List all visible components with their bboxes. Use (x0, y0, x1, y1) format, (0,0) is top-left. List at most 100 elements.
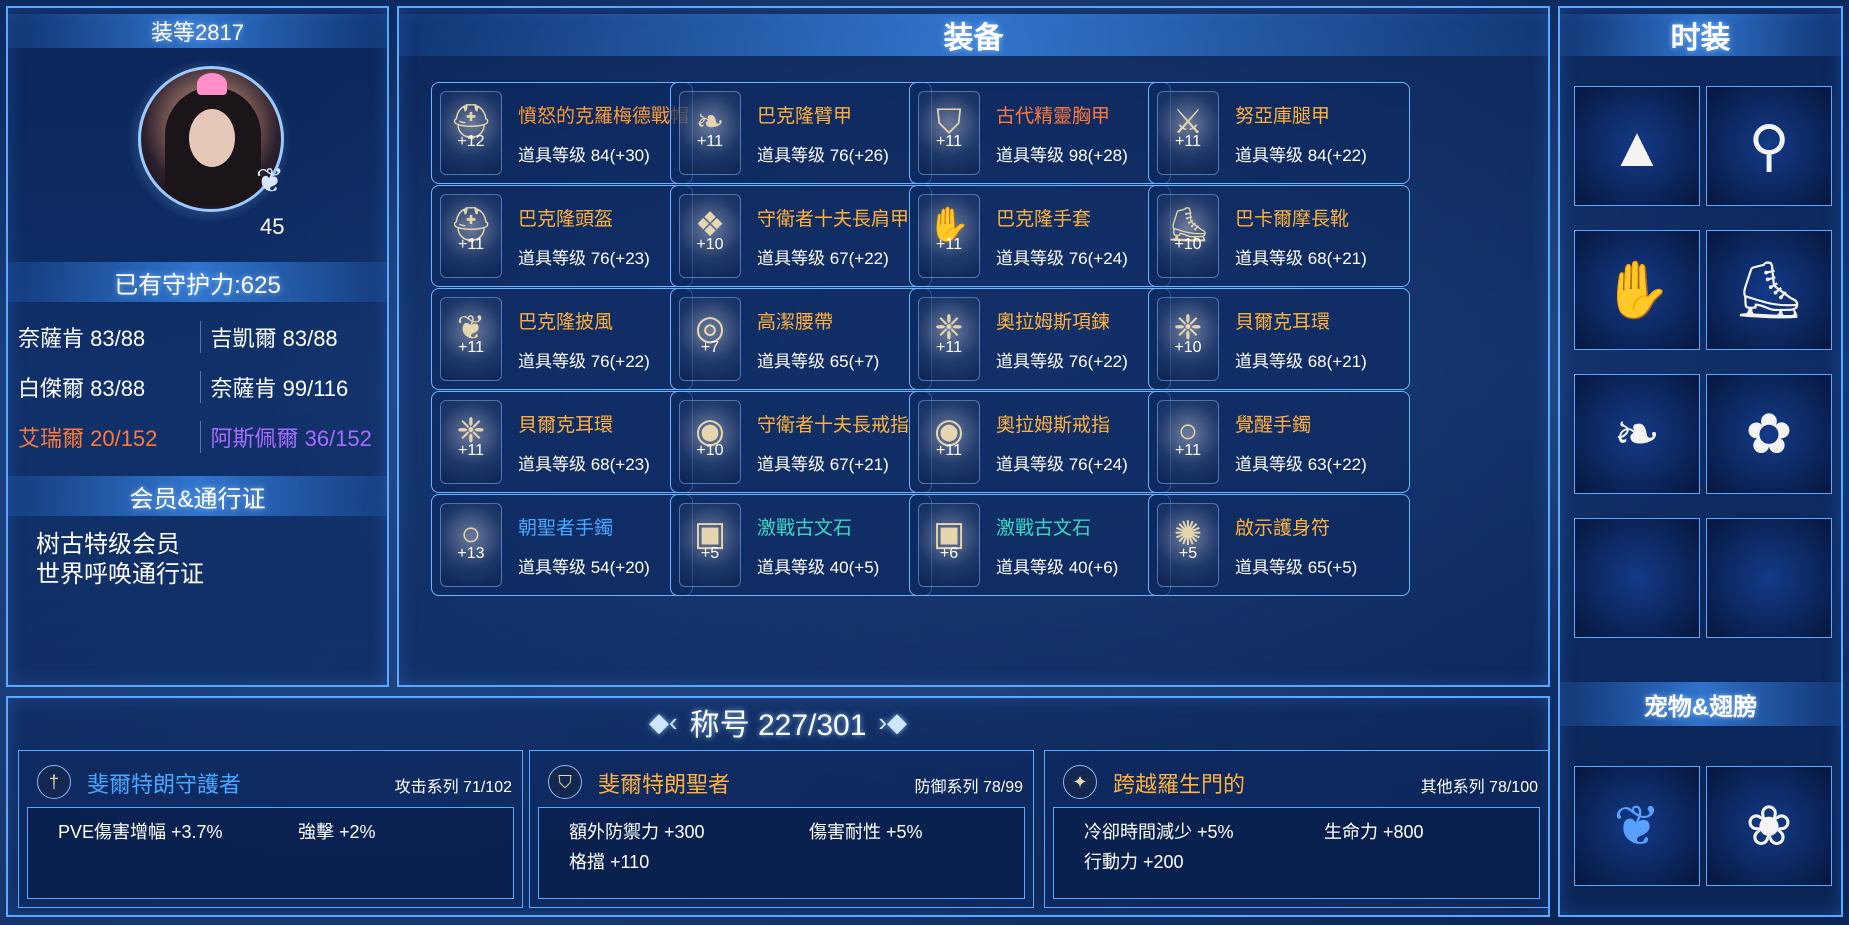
enhance-level: +11 (458, 339, 484, 356)
necklace-icon: ❈ +11 (918, 297, 980, 381)
helmet-icon: ⛑ +12 (440, 91, 502, 175)
equipment-item[interactable]: ⛑ +12 憤怒的克羅梅德戰帽 道具等级 84(+30) (431, 82, 693, 184)
wing-ornament-icon[interactable]: ❧ (1574, 374, 1700, 494)
stat-item: 奈薩肯 99/116 (199, 371, 392, 403)
item-level: 道具等级 54(+20) (518, 558, 650, 577)
equipment-item[interactable]: ❈ +11 奧拉姆斯項鍊 道具等级 76(+22) (909, 288, 1171, 390)
enhance-level: +11 (936, 339, 962, 356)
enhance-level: +11 (1175, 442, 1201, 459)
belt-icon: ◎ +7 (679, 297, 741, 381)
item-level: 道具等级 67(+22) (757, 249, 889, 268)
equipment-item[interactable]: ◉ +11 奧拉姆斯戒指 道具等级 76(+24) (909, 391, 1171, 493)
white-wings-icon[interactable]: ❀ (1706, 766, 1832, 886)
boots-icon[interactable]: ⛸ (1706, 230, 1832, 350)
equipment-item[interactable]: ✺ +5 啟示護身符 道具等级 65(+5) (1148, 494, 1410, 596)
cloak-icon: ❦ +11 (440, 297, 502, 381)
equipment-item[interactable]: ✋ +11 巴克隆手套 道具等级 76(+24) (909, 185, 1171, 287)
title-series: 攻击系列 71/102 (394, 779, 512, 796)
item-level: 道具等级 76(+24) (996, 249, 1128, 268)
character-panel: 装等2817 ❦ 45 已有守护力:625 奈薩肯 83/88 吉凱爾 83/8… (6, 6, 389, 687)
membership-item: 世界呼唤通行证 (36, 561, 204, 588)
backpack-icon[interactable]: ✿ (1706, 374, 1832, 494)
enhance-level: +6 (939, 545, 959, 562)
rune-stone-icon: ▣ +6 (918, 503, 980, 587)
party-hat-icon[interactable]: ▲ (1574, 86, 1700, 206)
enhance-level: +11 (1175, 133, 1201, 150)
enhance-level: +11 (936, 442, 962, 459)
item-name: 巴克隆臂甲 (757, 106, 853, 127)
rune-stone-icon: ▣ +5 (679, 503, 741, 587)
equipment-item[interactable]: ❦ +11 巴克隆披風 道具等级 76(+22) (431, 288, 693, 390)
equipment-panel: 装备 ⛑ +12 憤怒的克羅梅德戰帽 道具等级 84(+30) ❧ +11 巴克隆臂甲 道具等… (397, 6, 1550, 687)
arrow-right-icon[interactable]: ›◆ (878, 707, 907, 738)
empty-slot[interactable] (1574, 518, 1700, 638)
enhance-level: +5 (700, 545, 720, 562)
equipment-item[interactable]: ⛑ +11 巴克隆頭盔 道具等级 76(+23) (431, 185, 693, 287)
title-stat: 冷卻時間減少 +5% (1084, 822, 1234, 842)
equipment-item[interactable]: ○ +13 朝聖者手鐲道具等级 54(+20) (431, 494, 693, 596)
equipment-item[interactable]: ⚔ +11 努亞庫腿甲 道具等级 84(+22) (1148, 82, 1410, 184)
stat-item: 白傑爾 83/88 (18, 376, 146, 401)
stat-item: 吉凱爾 83/88 (199, 321, 392, 353)
fashion-title: 时装 (1560, 14, 1841, 56)
title-stats-box: PVE傷害增幅 +3.7% 強擊 +2% (27, 807, 514, 899)
glove-icon[interactable]: ✋ (1574, 230, 1700, 350)
equipment-item[interactable]: ◎ +7 高潔腰帶道具等级 65(+7) (670, 288, 932, 390)
equipment-item[interactable]: ⛸ +10 巴卡爾摩長靴 道具等级 68(+21) (1148, 185, 1410, 287)
title-card[interactable]: ✦ 跨越羅生門的 其他系列 78/100 冷卻時間減少 +5% 生命力 +800 行動力 … (1044, 750, 1549, 908)
item-name: 激戰古文石 (996, 518, 1092, 539)
title-series: 其他系列 78/100 (1420, 779, 1538, 796)
enhance-level: +11 (458, 236, 484, 253)
item-name: 巴克隆手套 (996, 209, 1092, 230)
membership-item: 树古特级会员 (36, 531, 180, 558)
item-level: 道具等级 65(+7) (757, 352, 880, 371)
level-badge-icon: ❦ (255, 162, 285, 200)
title-card[interactable]: ⛉ 斐爾特朗聖者 防御系列 78/99 額外防禦力 +300 傷害耐性 +5% 格擋 +1… (529, 750, 1034, 908)
item-level: 道具等级 84(+22) (1235, 146, 1367, 165)
title-stats-box: 額外防禦力 +300 傷害耐性 +5% 格擋 +110 (538, 807, 1025, 899)
guard-stats: 奈薩肯 83/88 吉凱爾 83/88 白傑爾 83/88 奈薩肯 99/116… (8, 312, 391, 462)
earring-icon: ❈ +11 (440, 400, 502, 484)
equipment-item[interactable]: ◉ +10 守衛者十夫長戒指 道具等级 67(+21) (670, 391, 932, 493)
equipment-item[interactable]: ○ +11 覺醒手鐲 道具等级 63(+22) (1148, 391, 1410, 493)
item-level: 道具等级 40(+5) (757, 558, 880, 577)
equipment-item[interactable]: ❧ +11 巴克隆臂甲 道具等级 76(+26) (670, 82, 932, 184)
title-card[interactable]: † 斐爾特朗守護者 攻击系列 71/102 PVE傷害增幅 +3.7% 強擊 +2% (18, 750, 523, 908)
enhance-level: +5 (1178, 545, 1198, 562)
earring-icon: ❈ +10 (1157, 297, 1219, 381)
item-name: 古代精靈胸甲 (996, 106, 1111, 127)
item-name: 守衛者十夫長肩甲 (757, 209, 910, 230)
equipment-item[interactable]: ❈ +10 貝爾克耳環 道具等级 68(+21) (1148, 288, 1410, 390)
title-stat: 額外防禦力 +300 (569, 822, 705, 842)
item-name: 巴克隆披風 (518, 312, 614, 333)
item-level: 道具等级 65(+5) (1235, 558, 1358, 577)
pants-icon[interactable]: ⚲ (1706, 86, 1832, 206)
arrow-left-icon[interactable]: ◆‹ (649, 707, 678, 738)
bracelet-icon: ○ +11 (1157, 400, 1219, 484)
sword-icon: † (37, 765, 71, 799)
enhance-level: +11 (936, 133, 962, 150)
item-name: 朝聖者手鐲 (518, 518, 614, 539)
equipment-item[interactable]: ⛉ +11 古代精靈胸甲 道具等级 98(+28) (909, 82, 1171, 184)
item-name: 高潔腰帶 (757, 312, 834, 333)
item-level: 道具等级 68(+23) (518, 455, 650, 474)
ring-icon: ◉ +10 (679, 400, 741, 484)
item-level: 道具等级 84(+30) (518, 146, 650, 165)
item-level: 道具等级 63(+22) (1235, 455, 1367, 474)
pet-wings-title: 宠物&翅膀 (1560, 682, 1841, 726)
equipment-item[interactable]: ▣ +5 激戰古文石 道具等级 40(+5) (670, 494, 932, 596)
blue-bird-pet-icon[interactable]: ❦ (1574, 766, 1700, 886)
stat-item: 阿斯佩爾 36/152 (199, 421, 392, 453)
enhance-level: +13 (457, 545, 485, 562)
title-stats-box: 冷卻時間減少 +5% 生命力 +800 行動力 +200 (1053, 807, 1540, 899)
gear-score: 装等2817 (8, 14, 387, 48)
equipment-item[interactable]: ❖ +10 守衛者十夫長肩甲 道具等级 67(+22) (670, 185, 932, 287)
enhance-level: +10 (1174, 236, 1202, 253)
enhance-level: +10 (1174, 339, 1202, 356)
equipment-item[interactable]: ❈ +11 貝爾克耳環 道具等级 68(+23) (431, 391, 693, 493)
empty-slot[interactable] (1706, 518, 1832, 638)
bracelet-icon: ○ +13 (440, 503, 502, 587)
item-name: 巴卡爾摩長靴 (1235, 209, 1350, 230)
equipment-item[interactable]: ▣ +6 激戰古文石 道具等级 40(+6) (909, 494, 1171, 596)
equipment-grid: ⛑ +12 憤怒的克羅梅德戰帽 道具等级 84(+30) ❧ +11 巴克隆臂甲 道具等级 7… (431, 82, 1521, 672)
